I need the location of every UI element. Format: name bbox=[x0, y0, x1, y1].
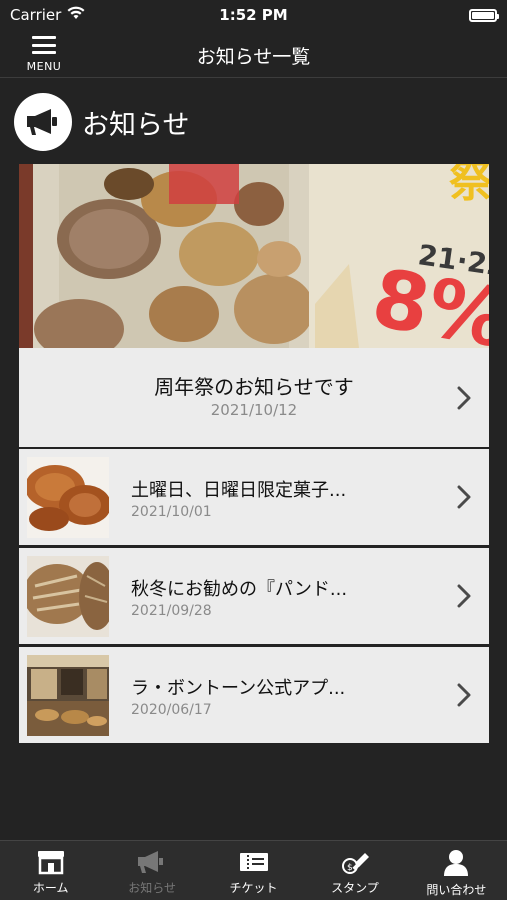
news-thumbnail bbox=[27, 457, 109, 538]
navigation-bar: MENU お知らせ一覧 bbox=[0, 30, 507, 78]
stamp-icon: $ bbox=[341, 853, 369, 874]
ticket-icon bbox=[239, 853, 268, 871]
news-date: 2021/10/01 bbox=[131, 504, 212, 520]
tab-label: チケット bbox=[229, 881, 278, 895]
megaphone-icon bbox=[14, 93, 72, 151]
svg-text:$: $ bbox=[347, 863, 353, 873]
news-title: 秋冬にお勧めの『パンド... bbox=[131, 579, 348, 600]
megaphone-icon bbox=[138, 851, 164, 873]
tab-bar: ホーム お知らせ チケット $ スタンプ 問い合わせ bbox=[0, 840, 507, 900]
news-title: 土曜日、日曜日限定菓子... bbox=[131, 480, 347, 501]
news-date: 2020/06/17 bbox=[131, 702, 212, 718]
chevron-right-icon bbox=[457, 485, 471, 509]
shop-icon bbox=[37, 851, 64, 875]
status-bar: Carrier 1:52 PM bbox=[0, 0, 507, 30]
tab-ticket[interactable]: チケット bbox=[203, 841, 304, 900]
page-title: お知らせ一覧 bbox=[196, 46, 311, 68]
news-list: 土曜日、日曜日限定菓子... 2021/10/01 秋冬にお勧めの『パンド...… bbox=[19, 449, 489, 746]
list-item[interactable]: 土曜日、日曜日限定菓子... 2021/10/01 bbox=[19, 449, 489, 545]
list-item[interactable]: 秋冬にお勧めの『パンド... 2021/09/28 bbox=[19, 548, 489, 644]
chevron-right-icon bbox=[457, 386, 471, 410]
news-thumbnail bbox=[27, 655, 109, 736]
featured-news-card[interactable]: 祭 21·22·23 8% 周年祭のお知らせです 2021/10/12 bbox=[19, 164, 489, 447]
tab-stamp[interactable]: $ スタンプ bbox=[304, 841, 405, 900]
tab-label: お知らせ bbox=[128, 881, 176, 895]
tab-home[interactable]: ホーム bbox=[0, 841, 101, 900]
tab-label: スタンプ bbox=[331, 881, 379, 895]
user-icon bbox=[444, 850, 469, 876]
section-header: お知らせ bbox=[14, 93, 189, 151]
wifi-icon bbox=[67, 6, 85, 24]
tab-label: ホーム bbox=[32, 881, 69, 895]
tab-news[interactable]: お知らせ bbox=[101, 841, 202, 900]
section-title: お知らせ bbox=[82, 109, 190, 141]
tab-contact[interactable]: 問い合わせ bbox=[406, 841, 507, 900]
battery-icon bbox=[469, 8, 499, 22]
chevron-right-icon bbox=[457, 683, 471, 707]
list-item[interactable]: ラ・ボントーン公式アプ... 2020/06/17 bbox=[19, 647, 489, 743]
tab-label: 問い合わせ bbox=[426, 883, 487, 897]
news-date: 2021/09/28 bbox=[131, 603, 212, 619]
featured-image: 祭 21·22·23 8% bbox=[19, 164, 489, 348]
chevron-right-icon bbox=[457, 584, 471, 608]
carrier-label: Carrier bbox=[10, 6, 62, 24]
news-title: ラ・ボントーン公式アプ... bbox=[131, 678, 346, 699]
banner-festival-char: 祭 bbox=[449, 164, 489, 207]
featured-date: 2021/10/12 bbox=[210, 401, 298, 419]
featured-title: 周年祭のお知らせです bbox=[154, 375, 354, 399]
news-thumbnail bbox=[27, 556, 109, 637]
